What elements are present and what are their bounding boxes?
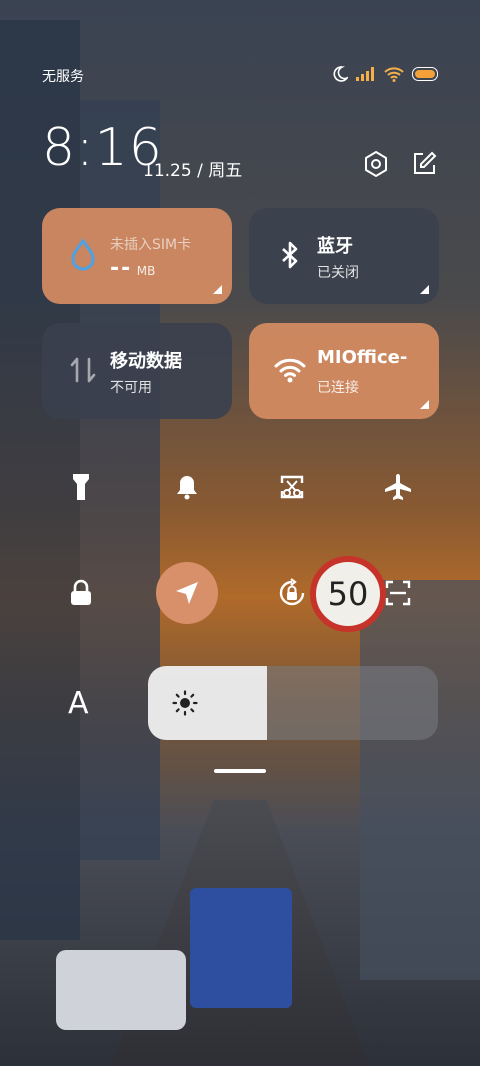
font-size-toggle[interactable]: A [68, 686, 89, 721]
status-bar: 无服务 [42, 66, 440, 86]
flashlight-icon [73, 474, 89, 500]
bluetooth-tile-title: 蓝牙 [317, 236, 353, 257]
location-icon [176, 582, 198, 604]
battery-icon [412, 67, 438, 81]
bluetooth-tile[interactable]: 蓝牙 已关闭 [249, 208, 439, 304]
settings-icon[interactable] [362, 150, 390, 178]
bluetooth-tile-status: 已关闭 [317, 265, 359, 281]
moon-icon [333, 66, 348, 82]
signal-icon [356, 67, 374, 81]
brightness-slider[interactable] [148, 666, 438, 740]
wifi-tile-title: MIOffice- [317, 347, 408, 368]
sim-usage-value: -- [110, 256, 133, 281]
rotation-lock-toggle[interactable] [267, 568, 317, 618]
panel-drag-handle[interactable] [214, 769, 266, 773]
tile-expand-corner [213, 285, 222, 294]
lock-screen-toggle[interactable] [56, 568, 106, 618]
airplane-toggle[interactable] [373, 462, 423, 512]
wallpaper-bus [190, 888, 292, 1008]
wifi-tile-status: 已连接 [317, 380, 359, 396]
mobile-data-icon [70, 357, 96, 383]
clock-date: 11.25 / 周五 [143, 161, 243, 181]
airplane-icon [385, 474, 411, 500]
screenshot-icon [280, 475, 304, 499]
mobile-data-tile-title: 移动数据 [110, 351, 182, 372]
wifi-icon [384, 66, 404, 82]
bluetooth-icon [282, 241, 298, 269]
scan-toggle[interactable] [373, 568, 423, 618]
mute-toggle[interactable] [162, 462, 212, 512]
wifi-icon [274, 358, 306, 383]
screenshot-toggle[interactable] [267, 462, 317, 512]
scan-icon [385, 580, 411, 606]
sim-tile-usage: -- MB [110, 256, 155, 281]
tile-expand-corner [420, 400, 429, 409]
mobile-data-tile-status: 不可用 [110, 380, 152, 396]
edit-icon[interactable] [410, 150, 438, 178]
wallpaper-building-right [360, 580, 480, 980]
sim-data-tile[interactable]: 未插入SIM卡 -- MB [42, 208, 232, 304]
carrier-label: 无服务 [42, 69, 84, 85]
brightness-fill [148, 666, 267, 740]
mobile-data-tile[interactable]: 移动数据 不可用 [42, 323, 232, 419]
wifi-tile[interactable]: MIOffice- 已连接 [249, 323, 439, 419]
bell-icon [177, 476, 197, 500]
lock-icon [71, 579, 91, 605]
water-drop-icon [71, 238, 95, 271]
location-toggle[interactable] [156, 562, 218, 624]
sim-usage-unit: MB [136, 264, 156, 278]
wallpaper-car [56, 950, 186, 1030]
status-icons [332, 66, 440, 82]
flashlight-toggle[interactable] [56, 462, 106, 512]
sim-tile-title: 未插入SIM卡 [110, 237, 192, 253]
sun-icon [172, 690, 198, 716]
rotation-lock-icon [279, 578, 305, 606]
tile-expand-corner [420, 285, 429, 294]
